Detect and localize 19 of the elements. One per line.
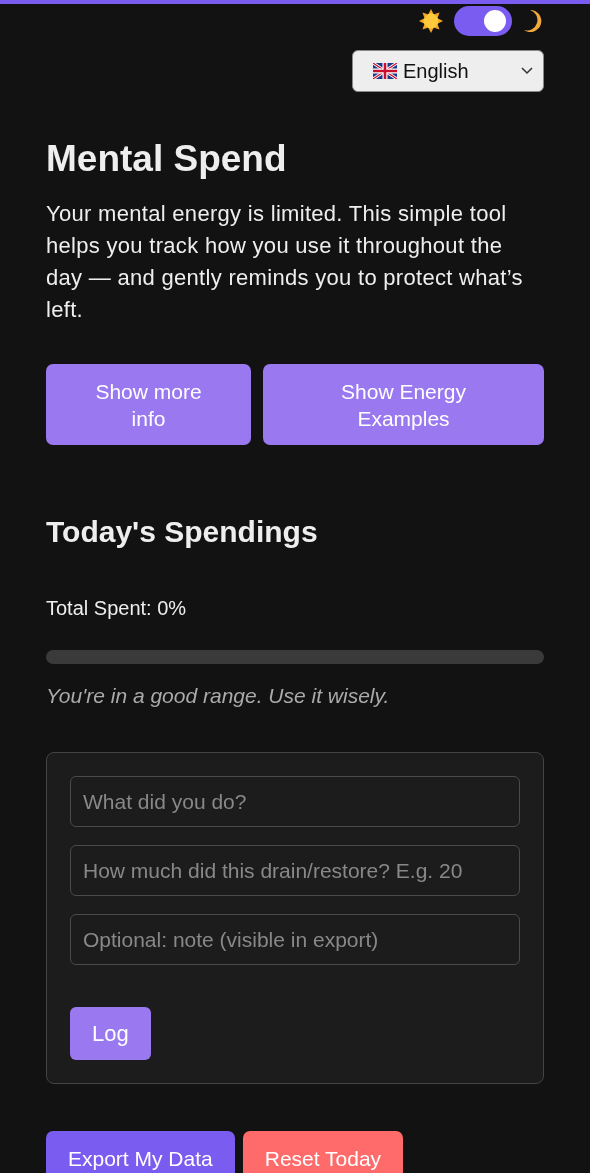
input-field[interactable]: Optional: note (visible in export) <box>70 914 520 965</box>
flag-icon <box>373 63 397 79</box>
info-button[interactable]: Show more info <box>46 364 251 445</box>
input-field[interactable]: How much did this drain/restore? E.g. 20 <box>70 845 520 896</box>
status-message: You're in a good range. Use it wisely. <box>46 684 391 708</box>
language-select[interactable]: English <box>352 50 544 92</box>
input-field[interactable]: What did you do? <box>70 776 520 827</box>
log-button[interactable]: Log <box>70 1007 151 1060</box>
intro-paragraph: Your mental energy is limited. This simple tool helps you track how you use it throughout the day — and gently reminds you to protect what’s left. <box>46 200 524 324</box>
reset-button[interactable]: Reset Today <box>242 1131 404 1173</box>
moon-icon <box>522 8 544 34</box>
page-title: Mental Spend <box>46 138 288 180</box>
theme-toggle[interactable] <box>454 6 512 36</box>
sun-icon <box>418 8 444 34</box>
examples-button[interactable]: Show Energy Examples <box>263 364 544 445</box>
section-heading: Today's Spendings <box>46 515 319 549</box>
total-spent-label: Total Spent: 0% <box>46 597 188 620</box>
chevron-icon <box>521 67 533 75</box>
export-button[interactable]: Export My Data <box>46 1131 235 1173</box>
